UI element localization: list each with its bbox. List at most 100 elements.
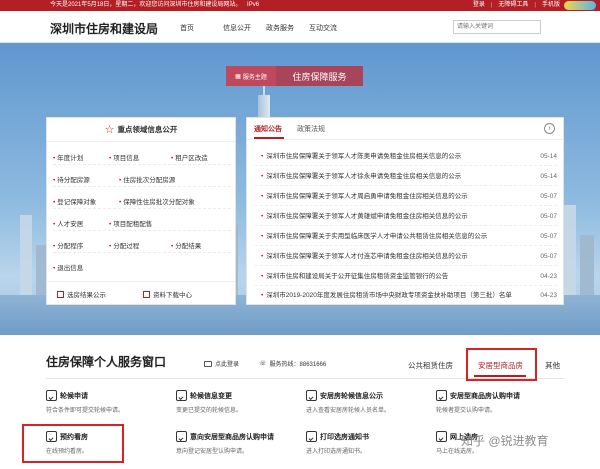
service-card-title: 轮候信息变更: [190, 393, 232, 400]
focus-link[interactable]: 人才安居: [53, 218, 83, 228]
star-icon: ☆: [104, 124, 115, 136]
service-card-book-viewing[interactable]: 预约看房 在线预约看房。: [46, 431, 166, 465]
login-entry-label: 点此登录: [215, 362, 240, 368]
service-hotline: ☏ 服务热线：88631666: [259, 359, 326, 368]
focus-link[interactable]: 分配结果: [171, 240, 201, 250]
focus-link[interactable]: 待分配房源: [53, 174, 90, 184]
focus-panel-title: 重点领域信息公开: [117, 125, 178, 134]
mobile-link[interactable]: 手机版: [542, 0, 560, 11]
download-center-label: 资料下载中心: [153, 292, 192, 299]
service-card-title: 打印选房通知书: [320, 434, 369, 441]
nav-home[interactable]: 首页: [180, 23, 223, 33]
top-info-bar: 今天是2021年5月18日，星期二，欢迎您访问深圳市住房和建设局网站。 IPv6…: [0, 0, 600, 11]
document-icon: [57, 290, 64, 298]
news-date: 05-07: [540, 253, 557, 260]
focus-link[interactable]: 项目配租配售: [109, 218, 152, 228]
news-date: 05-14: [540, 153, 557, 160]
focus-panel-header: ☆ 重点领域信息公开: [47, 118, 235, 142]
service-window-title: 住房保障个人服务窗口: [46, 355, 167, 369]
service-card-desc: 变更已提交的轮候信息。: [176, 408, 243, 414]
greeting-text: 今天是2021年5月18日，星期二，欢迎您访问深圳市住房和建设局网站。: [50, 2, 242, 8]
login-link[interactable]: 登录: [473, 0, 485, 11]
check-doc-icon: [46, 431, 57, 442]
tab-other[interactable]: 其他: [545, 360, 560, 371]
news-title[interactable]: 深圳市住房保障署关于领军人才付连芯申请免租金住房相关信息的公示: [261, 248, 521, 266]
news-title[interactable]: 深圳市2019-2020年度发展住房租赁市场中央财政专项资金扶补助项目（第三批）…: [261, 287, 521, 304]
focus-info-panel: ☆ 重点领域信息公开 年度计划 项目信息 租户区改造 待分配房源 住房批次分配房…: [46, 117, 236, 305]
focus-link[interactable]: 住房批次分配房源: [119, 174, 175, 184]
theme-tag-text: 服务主题: [242, 74, 267, 81]
focus-link[interactable]: 年度计划: [53, 152, 83, 162]
ipv6-badge: IPv6: [247, 2, 260, 8]
check-doc-icon: [176, 390, 187, 401]
tab-policies[interactable]: 政策法规: [297, 124, 325, 134]
service-card-title: 预约看房: [60, 434, 88, 441]
tab-notices[interactable]: 通知公告: [254, 124, 282, 134]
site-header: 深圳市住房和建设局 首页 信息公开 政务服务 互动交流: [0, 11, 600, 43]
news-item[interactable]: 深圳市住房保障署关于领军人才周启勇申请免租金住房相关信息的公示 05-07: [255, 188, 557, 206]
news-item[interactable]: 深圳市住房保障署关于领军人才黄雄斌申请免租金住房相关信息的公示 05-07: [255, 208, 557, 226]
nav-interaction[interactable]: 互动交流: [309, 23, 352, 33]
service-card[interactable]: 安居型商品房认购申请 轮候者提交认购申请。: [436, 390, 556, 424]
service-card[interactable]: 轮候信息变更 变更已提交的轮候信息。: [176, 390, 296, 424]
service-card-title: 轮候申请: [60, 393, 88, 400]
gov-logo-icon[interactable]: [564, 1, 596, 10]
download-center-link[interactable]: 资料下载中心: [143, 289, 192, 299]
service-card[interactable]: 意向安居型商品房认购申请 意向登记安居型认购申请。: [176, 431, 296, 465]
search-input[interactable]: [453, 20, 541, 34]
nav-info-public[interactable]: 信息公开: [223, 23, 266, 33]
selection-result-link[interactable]: 选房结果公示: [57, 289, 106, 299]
news-item[interactable]: 深圳市住房保障署关于领军人才陈奥申请免租金住房相关信息的公示 05-14: [255, 148, 557, 166]
news-panel: 通知公告 政策法规 › 深圳市住房保障署关于领军人才陈奥申请免租金住房相关信息的…: [246, 117, 564, 305]
news-item[interactable]: 深圳市住房和建设局关于公开征集住房租赁资金监管银行的公告 04-23: [255, 268, 557, 286]
phone-icon: ☏: [259, 361, 267, 367]
news-tabs: 通知公告 政策法规 ›: [247, 118, 563, 140]
focus-panel-footer: 选房结果公示 资料下载中心: [47, 281, 235, 304]
service-card-title: 意向安居型商品房认购申请: [190, 434, 274, 441]
highlight-box: [466, 348, 537, 381]
focus-link[interactable]: 保障性住房批次分配对象: [119, 196, 195, 206]
news-item[interactable]: 深圳市2019-2020年度发展住房租赁市场中央财政专项资金扶补助项目（第三批）…: [255, 287, 557, 304]
news-title[interactable]: 深圳市住房保障署关于实用型临床医学人才申请公共租赁住房相关信息的公示: [261, 228, 521, 246]
service-card[interactable]: 打印选房通知书 进入打印选房通知书。: [306, 431, 426, 465]
grid-icon: ▦: [235, 73, 241, 80]
service-card[interactable]: 轮候申请 符合条件即可提交轮候申请。: [46, 390, 166, 424]
check-doc-icon: [436, 431, 447, 442]
focus-link[interactable]: 登记保障对象: [53, 196, 96, 206]
news-title[interactable]: 深圳市住房保障署关于领军人才徐永申请免租金住房相关信息的公示: [261, 168, 521, 186]
focus-link[interactable]: 项目信息: [109, 152, 139, 162]
check-doc-icon: [176, 431, 187, 442]
focus-link[interactable]: 退出信息: [53, 262, 83, 272]
service-hotline-text: 服务热线：88631666: [269, 362, 327, 368]
focus-link[interactable]: 分配程序: [53, 240, 83, 250]
news-item[interactable]: 深圳市住房保障署关于实用型临床医学人才申请公共租赁住房相关信息的公示 05-07: [255, 228, 557, 246]
service-card-title: 安居房轮候信息公示: [320, 393, 383, 400]
check-doc-icon: [306, 431, 317, 442]
monitor-icon: [204, 360, 212, 367]
news-date: 05-14: [540, 173, 557, 180]
news-date: 04-23: [540, 292, 557, 299]
service-card-desc: 轮候者提交认购申请。: [436, 408, 497, 414]
service-card-desc: 进入查看安居房轮候人员名单。: [306, 408, 391, 414]
service-card[interactable]: 安居房轮候信息公示 进入查看安居房轮候人员名单。: [306, 390, 426, 424]
more-arrow-icon[interactable]: ›: [544, 123, 555, 134]
news-title[interactable]: 深圳市住房保障署关于领军人才黄雄斌申请免租金住房相关信息的公示: [261, 208, 521, 226]
download-icon: [143, 290, 150, 298]
login-entry[interactable]: 点此登录: [204, 359, 239, 368]
news-title[interactable]: 深圳市住房和建设局关于公开征集住房租赁资金监管银行的公告: [261, 268, 521, 286]
tab-public-rental[interactable]: 公共租赁住房: [408, 360, 453, 371]
focus-link[interactable]: 租户区改造: [171, 152, 208, 162]
service-card-desc: 在线预约看房。: [46, 449, 89, 455]
news-item[interactable]: 深圳市住房保障署关于领军人才付连芯申请免租金住房相关信息的公示 05-07: [255, 248, 557, 266]
nav-gov-service[interactable]: 政务服务: [266, 23, 309, 33]
check-doc-icon: [306, 390, 317, 401]
site-title[interactable]: 深圳市住房和建设局: [50, 20, 158, 37]
service-card-desc: 进入打印选房通知书。: [306, 449, 367, 455]
news-item[interactable]: 深圳市住房保障署关于领军人才徐永申请免租金住房相关信息的公示 05-14: [255, 168, 557, 186]
accessibility-link[interactable]: 无障碍工具: [498, 0, 528, 11]
news-title[interactable]: 深圳市住房保障署关于领军人才陈奥申请免租金住房相关信息的公示: [261, 148, 521, 166]
service-card-title: 安居型商品房认购申请: [450, 393, 520, 400]
focus-link[interactable]: 分配过程: [109, 240, 139, 250]
news-title[interactable]: 深圳市住房保障署关于领军人才周启勇申请免租金住房相关信息的公示: [261, 188, 521, 206]
selection-result-label: 选房结果公示: [67, 292, 106, 299]
